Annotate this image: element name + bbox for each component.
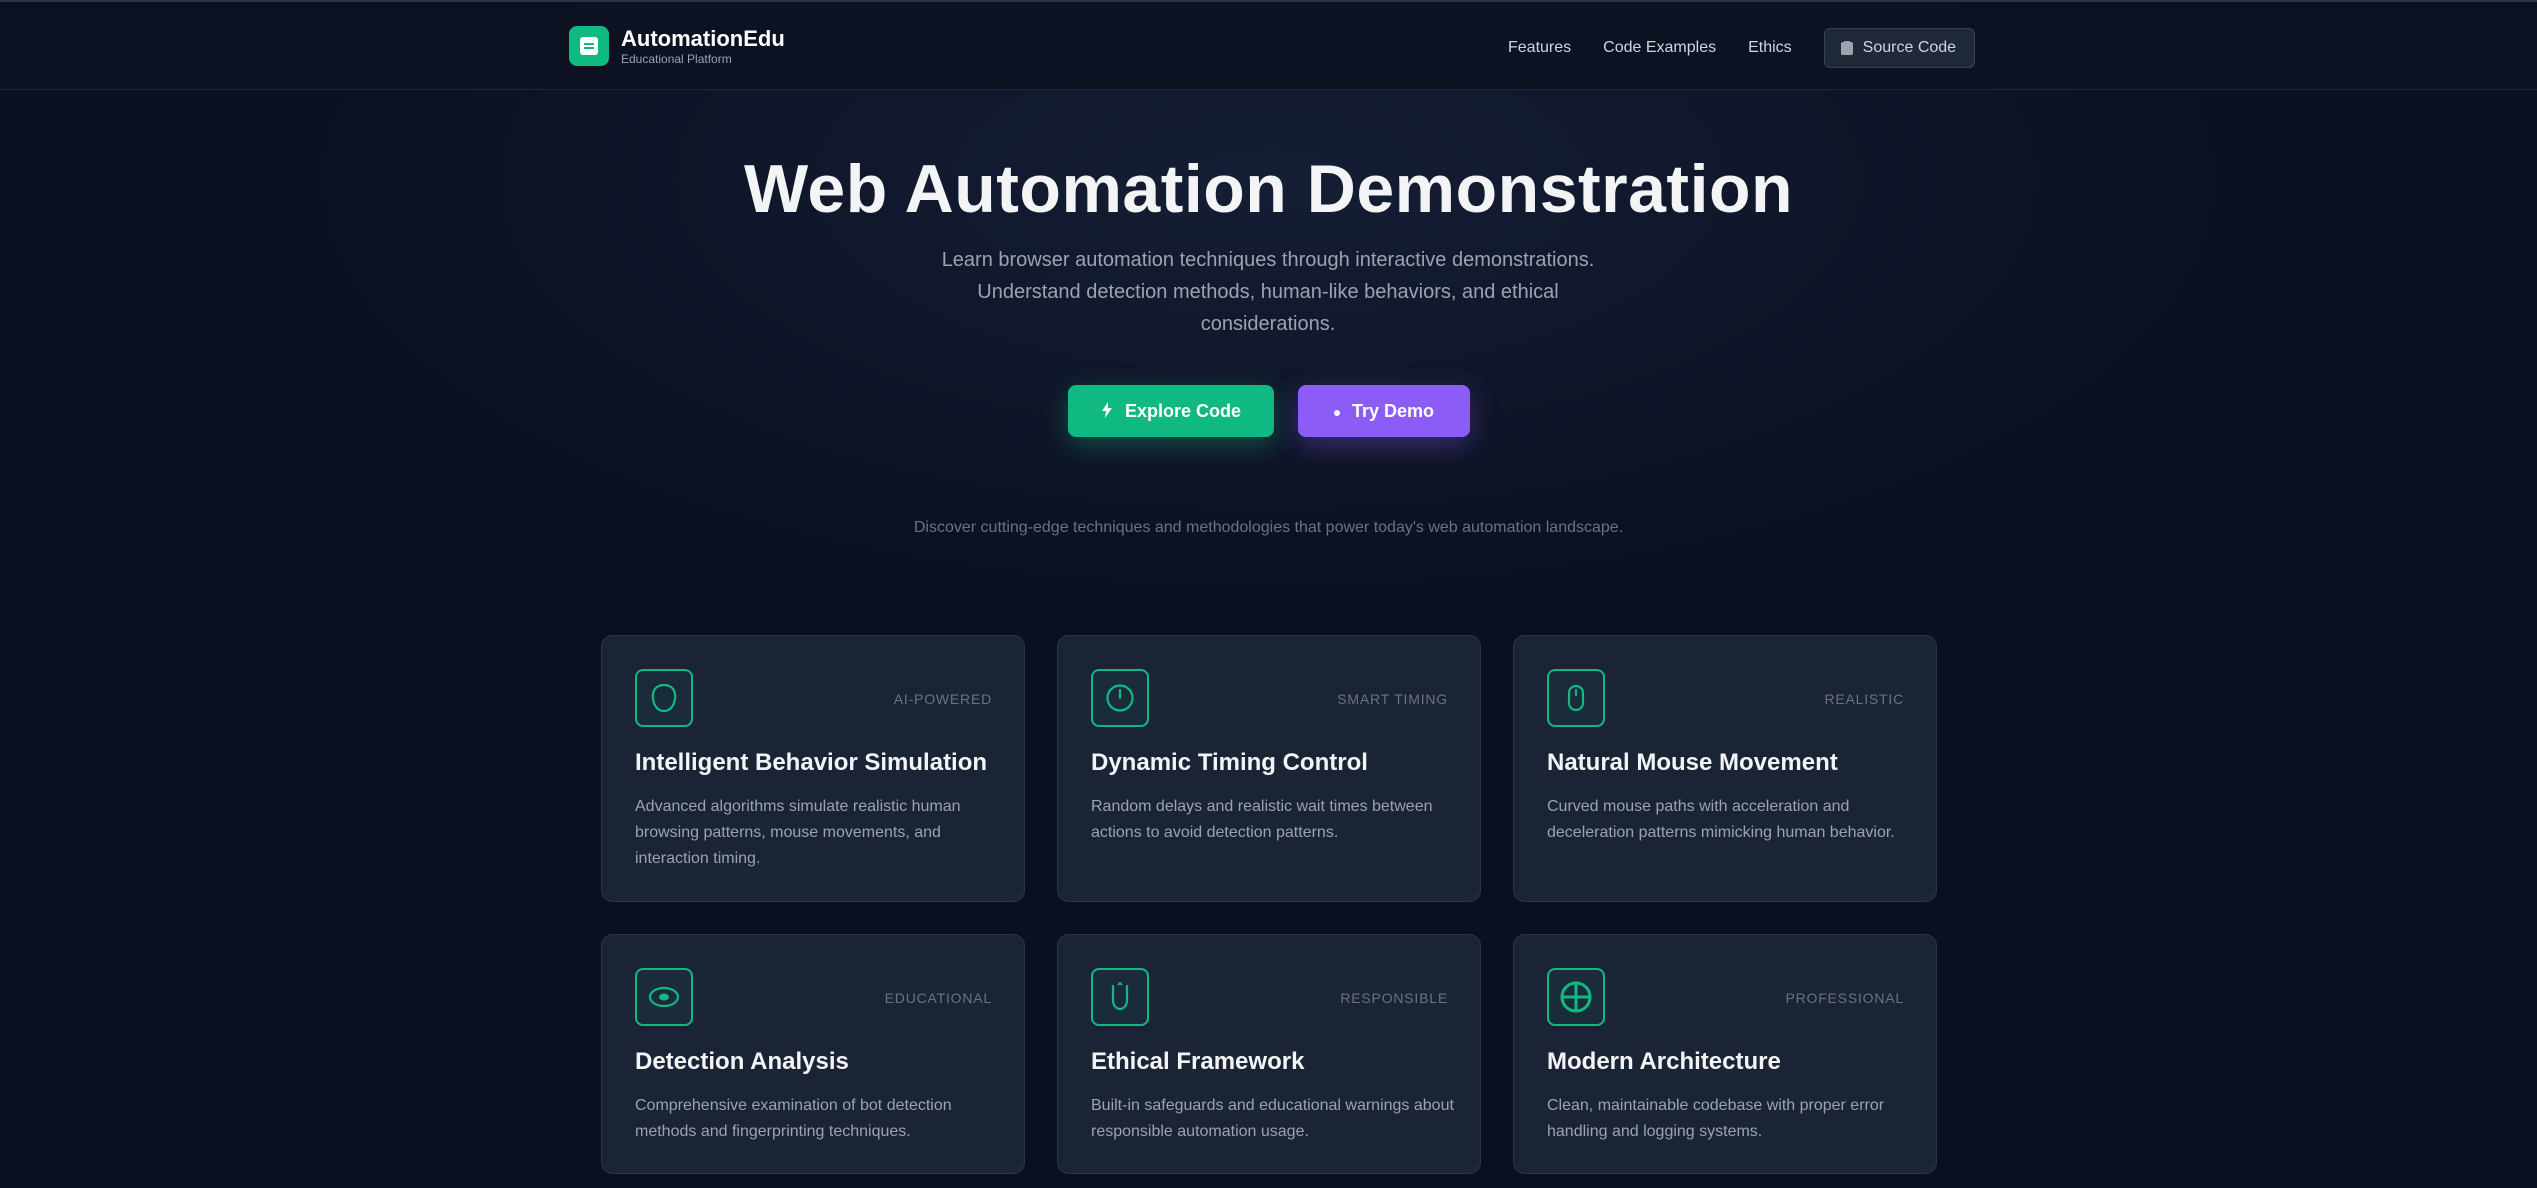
- feature-description: Curved mouse paths with acceleration and…: [1547, 798, 1895, 841]
- brain-icon: [635, 669, 693, 727]
- dot-icon: [1333, 404, 1340, 419]
- feature-title: Modern Architecture: [1547, 1048, 1781, 1075]
- feature-badge: RESPONSIBLE: [1340, 990, 1448, 1006]
- main-nav: Features Code Examples Ethics Source Cod…: [1508, 28, 1976, 68]
- explore-code-button[interactable]: Explore Code: [1068, 385, 1274, 437]
- feature-description: Random delays and realistic wait times b…: [1091, 798, 1433, 841]
- feature-description: Comprehensive examination of bot detecti…: [635, 1097, 952, 1140]
- brand-name: AutomationEdu: [621, 25, 785, 51]
- explore-code-label: Explore Code: [1124, 400, 1242, 421]
- features-tagline: Discover cutting-edge techniques and met…: [913, 519, 1624, 536]
- source-code-label: Source Code: [1862, 39, 1957, 56]
- try-demo-button[interactable]: Try Demo: [1298, 385, 1470, 437]
- nav-link-features[interactable]: Features: [1508, 28, 1571, 68]
- brand-logo-icon: [569, 26, 609, 66]
- brand[interactable]: AutomationEdu Educational Platform: [569, 26, 785, 66]
- source-code-button[interactable]: Source Code: [1823, 28, 1976, 68]
- nav-link-ethics[interactable]: Ethics: [1748, 28, 1792, 68]
- feature-card[interactable]: AI-POWERED Intelligent Behavior Simulati…: [601, 635, 1025, 902]
- hero-subtitle: Learn browser automation techniques thro…: [941, 249, 1595, 335]
- feature-card[interactable]: SMART TIMING Dynamic Timing Control Rand…: [1057, 635, 1481, 902]
- site-header: AutomationEdu Educational Platform Featu…: [0, 2, 2537, 90]
- feature-badge: AI-POWERED: [893, 691, 992, 707]
- code-file-icon: [1840, 41, 1853, 55]
- feature-description: Built-in safeguards and educational warn…: [1091, 1097, 1454, 1140]
- feature-description: Advanced algorithms simulate realistic h…: [635, 798, 961, 867]
- feature-card[interactable]: REALISTIC Natural Mouse Movement Curved …: [1513, 635, 1937, 902]
- nav-link-code-examples[interactable]: Code Examples: [1603, 28, 1716, 68]
- feature-badge: REALISTIC: [1824, 691, 1904, 707]
- feature-badge: PROFESSIONAL: [1785, 990, 1904, 1006]
- shield-icon: [1091, 968, 1149, 1026]
- brand-subtitle: Educational Platform: [621, 51, 732, 66]
- feature-badge: SMART TIMING: [1337, 691, 1448, 707]
- feature-title: Natural Mouse Movement: [1547, 749, 1838, 776]
- feature-title: Detection Analysis: [635, 1048, 849, 1075]
- feature-description: Clean, maintainable codebase with proper…: [1547, 1097, 1885, 1140]
- hero-title: Web Automation Demonstration: [743, 151, 1794, 227]
- feature-title: Dynamic Timing Control: [1091, 749, 1368, 776]
- mouse-icon: [1547, 669, 1605, 727]
- feature-title: Intelligent Behavior Simulation: [635, 749, 988, 776]
- lightning-icon: [1101, 401, 1113, 421]
- eye-icon: [635, 968, 693, 1026]
- feature-card[interactable]: EDUCATIONAL Detection Analysis Comprehen…: [601, 934, 1025, 1174]
- try-demo-label: Try Demo: [1351, 400, 1435, 421]
- feature-badge: EDUCATIONAL: [884, 990, 992, 1006]
- architecture-icon: [1547, 968, 1605, 1026]
- feature-title: Ethical Framework: [1091, 1048, 1305, 1075]
- feature-card[interactable]: PROFESSIONAL Modern Architecture Clean, …: [1513, 934, 1937, 1174]
- clock-icon: [1091, 669, 1149, 727]
- feature-card[interactable]: RESPONSIBLE Ethical Framework Built-in s…: [1057, 934, 1481, 1174]
